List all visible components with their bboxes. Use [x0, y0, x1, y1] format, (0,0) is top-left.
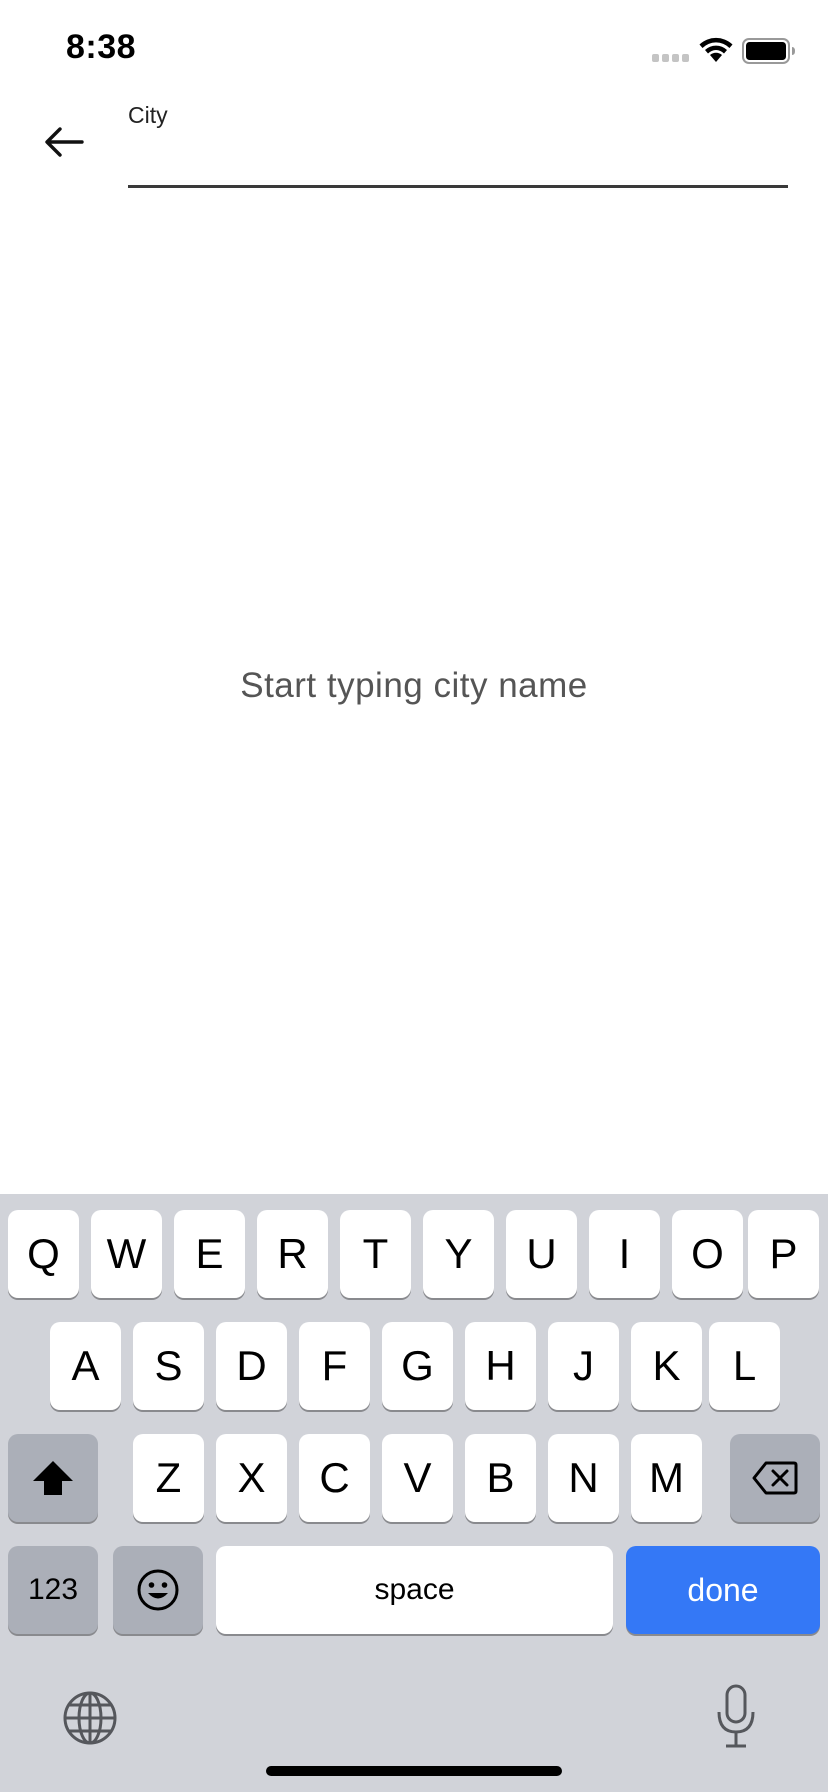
home-indicator: [266, 1766, 562, 1776]
emoji-key[interactable]: [113, 1546, 203, 1634]
microphone-icon[interactable]: [714, 1684, 758, 1750]
status-time: 8:38: [66, 28, 137, 66]
key-e[interactable]: E: [174, 1210, 245, 1298]
key-j[interactable]: J: [548, 1322, 619, 1410]
key-l[interactable]: L: [709, 1322, 780, 1410]
delete-icon: [752, 1461, 798, 1495]
done-key[interactable]: done: [626, 1546, 820, 1634]
space-key[interactable]: space: [216, 1546, 613, 1634]
key-v[interactable]: V: [382, 1434, 453, 1522]
key-d[interactable]: D: [216, 1322, 287, 1410]
key-q[interactable]: Q: [8, 1210, 79, 1298]
key-n[interactable]: N: [548, 1434, 619, 1522]
key-c[interactable]: C: [299, 1434, 370, 1522]
arrow-left-icon: [45, 127, 84, 157]
shift-key[interactable]: [8, 1434, 98, 1522]
back-button[interactable]: [34, 112, 94, 172]
key-u[interactable]: U: [506, 1210, 577, 1298]
status-bar: 8:38: [0, 0, 828, 100]
key-x[interactable]: X: [216, 1434, 287, 1522]
key-t[interactable]: T: [340, 1210, 411, 1298]
key-a[interactable]: A: [50, 1322, 121, 1410]
key-o[interactable]: O: [672, 1210, 743, 1298]
numbers-key[interactable]: 123: [8, 1546, 98, 1634]
key-b[interactable]: B: [465, 1434, 536, 1522]
shift-icon: [33, 1461, 73, 1495]
key-z[interactable]: Z: [133, 1434, 204, 1522]
key-m[interactable]: M: [631, 1434, 702, 1522]
key-k[interactable]: K: [631, 1322, 702, 1410]
city-input-label: City: [128, 102, 168, 128]
keyboard: Q W E R T Y U I O P A S D F G H J K L Z …: [0, 1194, 828, 1792]
wifi-icon: [699, 37, 733, 62]
city-input[interactable]: [128, 132, 788, 188]
globe-icon[interactable]: [62, 1690, 118, 1746]
key-p[interactable]: P: [748, 1210, 819, 1298]
signal-icon: [652, 54, 689, 62]
emoji-icon: [137, 1569, 179, 1611]
key-f[interactable]: F: [299, 1322, 370, 1410]
delete-key[interactable]: [730, 1434, 820, 1522]
battery-icon: [742, 38, 795, 64]
key-r[interactable]: R: [257, 1210, 328, 1298]
key-y[interactable]: Y: [423, 1210, 494, 1298]
empty-state-message: Start typing city name: [240, 666, 588, 705]
key-h[interactable]: H: [465, 1322, 536, 1410]
key-w[interactable]: W: [91, 1210, 162, 1298]
key-s[interactable]: S: [133, 1322, 204, 1410]
key-i[interactable]: I: [589, 1210, 660, 1298]
key-g[interactable]: G: [382, 1322, 453, 1410]
